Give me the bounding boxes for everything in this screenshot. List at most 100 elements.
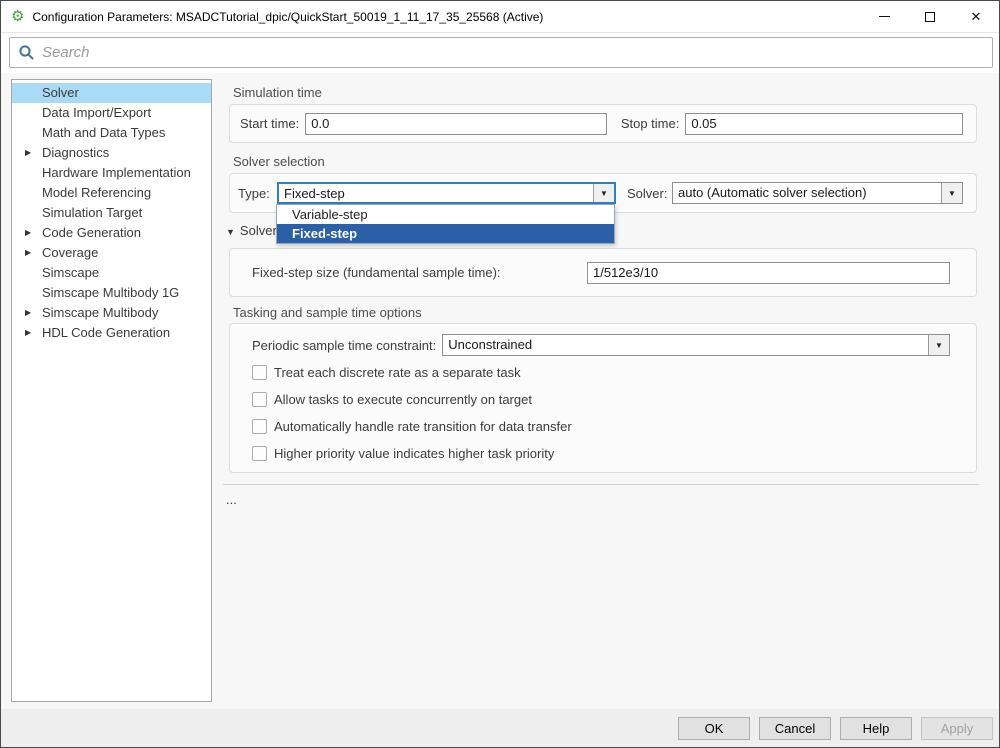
sidebar-item-math-and-data-types[interactable]: Math and Data Types <box>12 123 211 143</box>
expand-arrow-icon[interactable]: ▶ <box>25 223 31 243</box>
treat-discrete-rate-checkbox[interactable] <box>252 365 267 380</box>
checkbox-label: Treat each discrete rate as a separate t… <box>274 365 521 380</box>
close-icon: ✕ <box>971 10 982 23</box>
dropdown-option-variable-step[interactable]: Variable-step <box>277 205 614 224</box>
minimize-button[interactable] <box>861 1 907 32</box>
close-button[interactable]: ✕ <box>953 1 999 32</box>
sidebar-item-label: Solver <box>42 85 79 100</box>
checkbox-row-rate-transition: Automatically handle rate transition for… <box>252 419 572 434</box>
chevron-down-icon: ▼ <box>935 341 943 350</box>
title-bar: ⚙ Configuration Parameters: MSADCTutoria… <box>1 1 999 33</box>
sidebar-item-hardware-implementation[interactable]: Hardware Implementation <box>12 163 211 183</box>
checkbox-label: Allow tasks to execute concurrently on t… <box>274 392 532 407</box>
periodic-constraint-dropdown-button[interactable]: ▼ <box>928 335 949 355</box>
sidebar-item-label: HDL Code Generation <box>42 325 170 340</box>
solver-selection-section-label: Solver selection <box>233 154 325 169</box>
sidebar-item-label: Simscape <box>42 265 99 280</box>
checkbox-row-separate-task: Treat each discrete rate as a separate t… <box>252 365 521 380</box>
allow-tasks-concurrent-checkbox[interactable] <box>252 392 267 407</box>
sidebar-item-label: Coverage <box>42 245 98 260</box>
simulink-gear-icon: ⚙ <box>11 9 24 24</box>
minimize-icon <box>879 16 890 17</box>
dialog-content: Solver Data Import/Export Math and Data … <box>1 73 999 711</box>
solver-details-label: Solver <box>240 223 277 238</box>
sidebar-item-hdl-code-generation[interactable]: ▶ HDL Code Generation <box>12 323 211 343</box>
start-time-label: Start time: <box>240 116 299 131</box>
expand-arrow-icon[interactable]: ▶ <box>25 303 31 323</box>
solver-details-section-header[interactable]: ▼ Solver <box>226 223 277 238</box>
help-button[interactable]: Help <box>840 717 912 740</box>
search-input[interactable] <box>42 44 984 61</box>
search-box[interactable] <box>9 37 993 68</box>
simulation-time-section-label: Simulation time <box>233 85 322 100</box>
button-bar: OK Cancel Help Apply <box>1 709 999 747</box>
ok-button[interactable]: OK <box>678 717 750 740</box>
search-row <box>1 33 999 73</box>
sidebar-item-label: Model Referencing <box>42 185 151 200</box>
tasking-group: Periodic sample time constraint: Unconst… <box>229 323 977 473</box>
expand-arrow-icon[interactable]: ▶ <box>25 243 31 263</box>
checkbox-row-priority: Higher priority value indicates higher t… <box>252 446 554 461</box>
sidebar-item-simscape-multibody[interactable]: ▶Simscape Multibody <box>12 303 211 323</box>
type-dropdown-list: Variable-step Fixed-step <box>276 204 615 244</box>
dropdown-option-fixed-step[interactable]: Fixed-step <box>277 224 614 243</box>
periodic-constraint-combobox[interactable]: Unconstrained ▼ <box>442 334 950 356</box>
solver-label: Solver: <box>627 186 672 201</box>
sidebar-item-label: Code Generation <box>42 225 141 240</box>
fixed-step-size-input[interactable] <box>587 262 950 284</box>
maximize-icon <box>925 12 935 22</box>
checkbox-label: Higher priority value indicates higher t… <box>274 446 554 461</box>
periodic-constraint-value: Unconstrained <box>443 335 928 355</box>
cancel-button[interactable]: Cancel <box>759 717 831 740</box>
periodic-constraint-label: Periodic sample time constraint: <box>252 338 436 353</box>
sidebar-item-diagnostics[interactable]: ▶ Diagnostics <box>12 143 211 163</box>
stop-time-label: Stop time: <box>621 116 680 131</box>
sidebar-item-label: Data Import/Export <box>42 105 151 120</box>
collapse-arrow-icon[interactable]: ▼ <box>226 227 235 237</box>
expand-arrow-icon[interactable]: ▶ <box>25 143 31 163</box>
tasking-section-label: Tasking and sample time options <box>233 305 422 320</box>
maximize-button[interactable] <box>907 1 953 32</box>
type-label: Type: <box>238 186 277 201</box>
chevron-down-icon: ▼ <box>600 189 608 198</box>
sidebar-item-label: Math and Data Types <box>42 125 165 140</box>
type-combobox-dropdown-button[interactable]: ▼ <box>593 184 614 202</box>
sidebar-item-data-import-export[interactable]: Data Import/Export <box>12 103 211 123</box>
stop-time-input[interactable] <box>685 113 963 135</box>
type-combobox-value: Fixed-step <box>279 184 593 202</box>
type-combobox[interactable]: Fixed-step ▼ <box>277 182 616 204</box>
sidebar-item-model-referencing[interactable]: Model Referencing <box>12 183 211 203</box>
auto-rate-transition-checkbox[interactable] <box>252 419 267 434</box>
ellipsis-text: ... <box>226 492 237 507</box>
solver-pane: Simulation time Start time: Stop time: S… <box>221 73 981 711</box>
sidebar-item-label: Hardware Implementation <box>42 165 191 180</box>
apply-button[interactable]: Apply <box>921 717 993 740</box>
sidebar-item-label: Diagnostics <box>42 145 109 160</box>
sidebar-item-label: Simulation Target <box>42 205 142 220</box>
sidebar-item-label: Simscape Multibody 1G <box>42 285 179 300</box>
search-icon <box>18 44 35 61</box>
window-title: Configuration Parameters: MSADCTutorial_… <box>32 10 543 24</box>
category-tree: Solver Data Import/Export Math and Data … <box>11 79 212 702</box>
checkbox-row-concurrent-tasks: Allow tasks to execute concurrently on t… <box>252 392 532 407</box>
sidebar-item-coverage[interactable]: ▶ Coverage <box>12 243 211 263</box>
simulation-time-group: Start time: Stop time: <box>229 104 977 143</box>
start-time-input[interactable] <box>305 113 607 135</box>
solver-combobox-value: auto (Automatic solver selection) <box>673 183 941 203</box>
fixed-step-size-label: Fixed-step size (fundamental sample time… <box>252 265 587 280</box>
expand-arrow-icon[interactable]: ▶ <box>25 323 31 343</box>
section-divider <box>223 484 979 485</box>
higher-priority-checkbox[interactable] <box>252 446 267 461</box>
configuration-parameters-dialog: ⚙ Configuration Parameters: MSADCTutoria… <box>0 0 1000 748</box>
sidebar-item-simulation-target[interactable]: Simulation Target <box>12 203 211 223</box>
window-controls: ✕ <box>861 1 999 32</box>
sidebar-item-simscape-multibody-1g[interactable]: Simscape Multibody 1G <box>12 283 211 303</box>
sidebar-item-solver[interactable]: Solver <box>12 83 211 103</box>
solver-combobox[interactable]: auto (Automatic solver selection) ▼ <box>672 182 963 204</box>
solver-combobox-dropdown-button[interactable]: ▼ <box>941 183 962 203</box>
sidebar-item-simscape[interactable]: Simscape <box>12 263 211 283</box>
chevron-down-icon: ▼ <box>948 189 956 198</box>
checkbox-label: Automatically handle rate transition for… <box>274 419 572 434</box>
sidebar-item-code-generation[interactable]: ▶ Code Generation <box>12 223 211 243</box>
solver-details-group: Fixed-step size (fundamental sample time… <box>229 248 977 297</box>
